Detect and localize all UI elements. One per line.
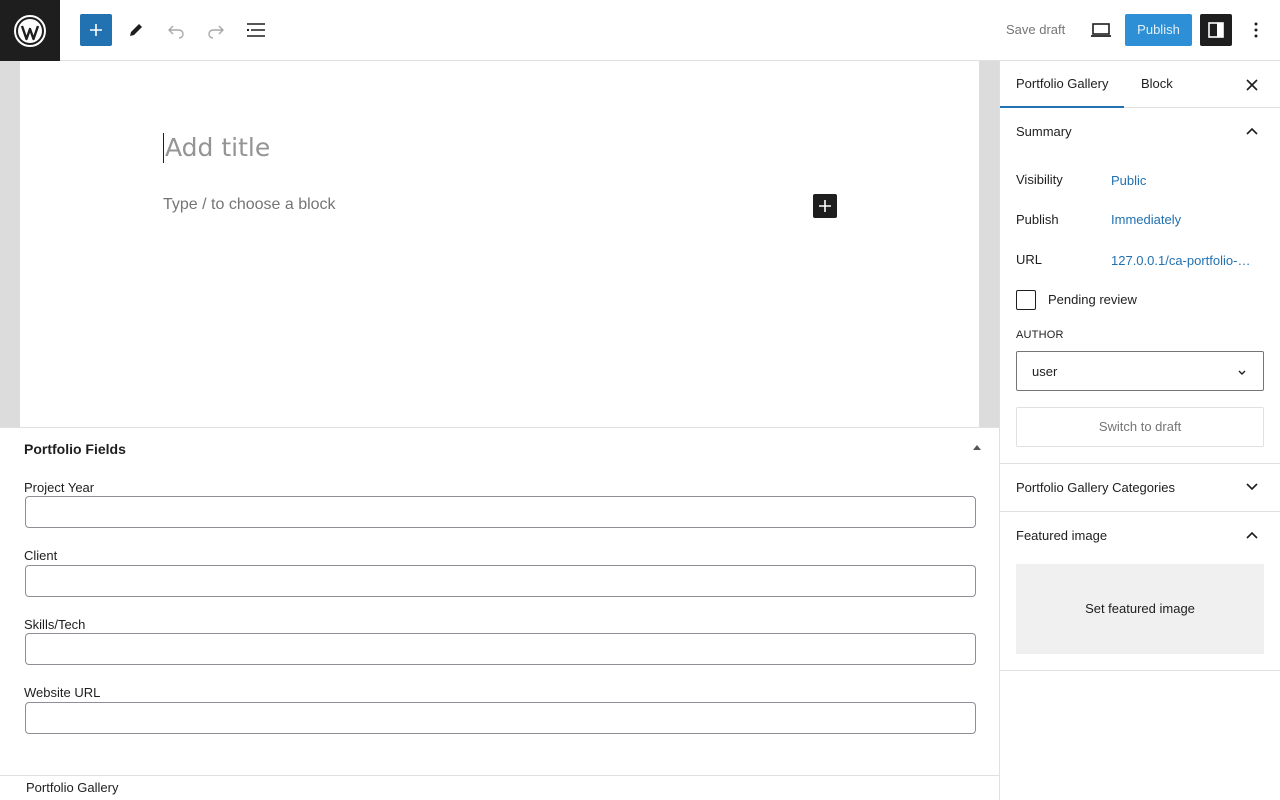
document-overview-button[interactable] bbox=[240, 14, 272, 46]
client-input[interactable] bbox=[25, 565, 976, 597]
visibility-value[interactable]: Public bbox=[1111, 173, 1146, 188]
client-label: Client bbox=[24, 548, 58, 563]
plus-icon bbox=[90, 24, 102, 36]
redo-button[interactable] bbox=[200, 14, 232, 46]
pending-review-checkbox[interactable] bbox=[1016, 290, 1036, 310]
add-block-button[interactable] bbox=[813, 194, 837, 218]
website-url-label: Website URL bbox=[24, 685, 101, 700]
close-settings-button[interactable] bbox=[1240, 73, 1264, 97]
tab-block[interactable]: Block bbox=[1125, 61, 1189, 108]
chevron-down-icon bbox=[1237, 365, 1247, 380]
publish-button[interactable]: Publish bbox=[1125, 14, 1192, 46]
list-view-icon bbox=[247, 23, 265, 37]
publish-label: Publish bbox=[1016, 212, 1059, 227]
set-featured-image-button[interactable]: Set featured image bbox=[1016, 564, 1264, 654]
skills-tech-input[interactable] bbox=[25, 633, 976, 665]
chevron-up-icon bbox=[1244, 525, 1260, 545]
more-vertical-icon bbox=[1254, 22, 1258, 38]
summary-title: Summary bbox=[1016, 124, 1072, 139]
website-url-input[interactable] bbox=[25, 702, 976, 734]
block-appender[interactable]: Type / to choose a block bbox=[163, 196, 336, 214]
categories-panel-toggle[interactable]: Portfolio Gallery Categories bbox=[1000, 464, 1280, 511]
divider bbox=[1000, 670, 1280, 671]
project-year-label: Project Year bbox=[24, 480, 95, 495]
pending-review-label: Pending review bbox=[1048, 292, 1137, 307]
undo-icon bbox=[168, 25, 184, 39]
skills-tech-label: Skills/Tech bbox=[24, 617, 86, 632]
chevron-up-icon bbox=[1244, 121, 1260, 141]
close-icon bbox=[1246, 79, 1258, 91]
author-value: user bbox=[1032, 364, 1058, 379]
author-label: AUTHOR bbox=[1016, 329, 1064, 341]
visibility-label: Visibility bbox=[1016, 172, 1063, 187]
settings-toggle-button[interactable] bbox=[1200, 14, 1232, 46]
tools-button[interactable] bbox=[120, 14, 152, 46]
undo-button[interactable] bbox=[160, 14, 192, 46]
metabox-title: Portfolio Fields bbox=[24, 441, 126, 457]
breadcrumb[interactable]: Portfolio Gallery bbox=[26, 780, 118, 795]
pencil-icon bbox=[130, 24, 142, 36]
author-select[interactable]: user bbox=[1016, 351, 1264, 391]
project-year-input[interactable] bbox=[25, 496, 976, 528]
publish-date-value[interactable]: Immediately bbox=[1111, 212, 1181, 227]
post-title-input[interactable]: Add title bbox=[163, 133, 270, 163]
block-inserter-button[interactable] bbox=[80, 14, 112, 46]
tab-portfolio-gallery[interactable]: Portfolio Gallery bbox=[1000, 61, 1125, 108]
portfolio-fields-metabox: Portfolio Fields Project Year Client Ski… bbox=[0, 427, 999, 775]
plus-icon bbox=[819, 200, 831, 212]
collapse-triangle-icon[interactable] bbox=[973, 445, 981, 450]
featured-image-title: Featured image bbox=[1016, 528, 1108, 543]
wordpress-logo-icon[interactable] bbox=[0, 0, 60, 61]
editor-canvas-area: Add title Type / to choose a block bbox=[0, 61, 999, 427]
settings-sidebar: Portfolio Gallery Block Summary Visibili… bbox=[999, 61, 1280, 800]
footer-breadcrumb-bar: Portfolio Gallery bbox=[0, 775, 1000, 800]
sidebar-toggle-icon bbox=[1208, 22, 1224, 38]
desktop-preview-icon bbox=[1091, 23, 1111, 37]
switch-to-draft-button[interactable]: Switch to draft bbox=[1016, 407, 1264, 447]
editor-canvas[interactable]: Add title Type / to choose a block bbox=[20, 61, 979, 427]
chevron-down-icon bbox=[1244, 477, 1260, 497]
sidebar-tabs: Portfolio Gallery Block bbox=[1000, 61, 1280, 108]
url-label: URL bbox=[1016, 252, 1043, 267]
url-value[interactable]: 127.0.0.1/ca-portfolio-… bbox=[1111, 253, 1250, 268]
options-button[interactable] bbox=[1240, 14, 1272, 46]
summary-panel-toggle[interactable]: Summary bbox=[1000, 108, 1280, 155]
save-draft-button[interactable]: Save draft bbox=[996, 14, 1075, 46]
editor-toolbar: Save draft Publish bbox=[0, 0, 1280, 61]
featured-image-panel-toggle[interactable]: Featured image bbox=[1000, 512, 1280, 559]
preview-button[interactable] bbox=[1085, 14, 1117, 46]
categories-title: Portfolio Gallery Categories bbox=[1016, 480, 1175, 495]
redo-icon bbox=[208, 25, 224, 39]
